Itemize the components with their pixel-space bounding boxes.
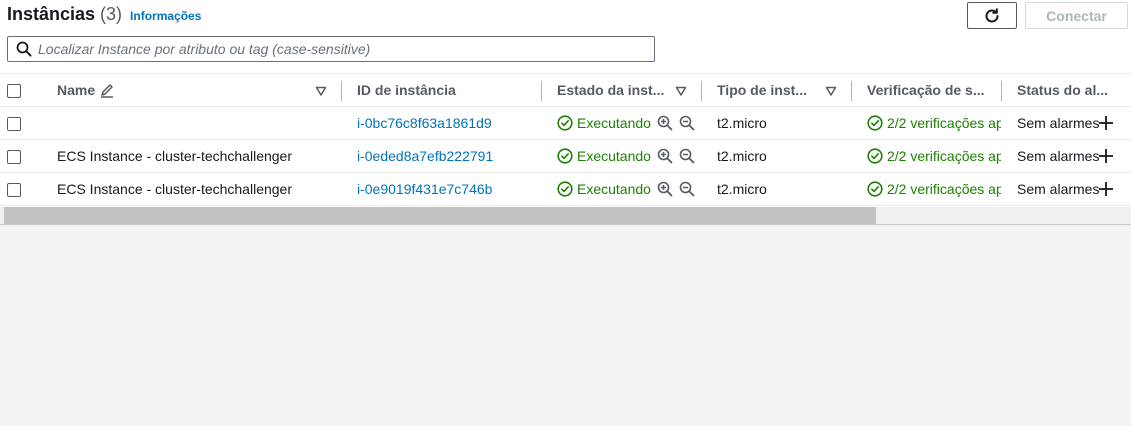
search-input[interactable] bbox=[38, 41, 638, 57]
scrollbar-thumb[interactable] bbox=[4, 207, 876, 224]
status-check: 2/2 verificações ap bbox=[867, 140, 1001, 172]
page-title: Instâncias bbox=[7, 4, 96, 24]
alarm-status: Sem alarmes bbox=[1017, 115, 1100, 131]
check-circle-icon bbox=[867, 115, 883, 131]
column-divider[interactable] bbox=[701, 81, 702, 101]
instance-id-link[interactable]: i-0eded8a7efb222791 bbox=[357, 140, 493, 172]
instance-type: t2.micro bbox=[717, 148, 767, 164]
row-checkbox[interactable] bbox=[7, 117, 21, 131]
status-check-label: 2/2 verificações ap bbox=[887, 181, 1001, 197]
column-header-name[interactable]: Name bbox=[57, 74, 115, 106]
table-row[interactable]: ECS Instance - cluster-techchallenger i-… bbox=[0, 140, 1131, 173]
sort-triangle-icon[interactable] bbox=[825, 85, 837, 97]
column-divider[interactable] bbox=[541, 81, 542, 101]
check-circle-icon bbox=[557, 148, 573, 164]
zoom-out-icon[interactable] bbox=[679, 181, 695, 197]
instance-state-label: Executando bbox=[577, 148, 651, 164]
instance-state-label: Executando bbox=[577, 115, 651, 131]
connect-button[interactable]: Conectar bbox=[1025, 2, 1128, 29]
select-all-checkbox[interactable] bbox=[7, 84, 21, 98]
status-check-label: 2/2 verificações ap bbox=[887, 115, 1001, 131]
instance-id-link[interactable]: i-0e9019f431e7c746b bbox=[357, 173, 492, 205]
row-checkbox[interactable] bbox=[7, 150, 21, 164]
zoom-out-icon[interactable] bbox=[679, 148, 695, 164]
instance-name: ECS Instance - cluster-techchallenger bbox=[57, 181, 292, 197]
instance-state: Executando bbox=[557, 173, 695, 205]
info-link[interactable]: Informações bbox=[130, 9, 201, 23]
horizontal-scrollbar[interactable] bbox=[0, 207, 1131, 224]
edit-pencil-icon bbox=[101, 84, 114, 98]
column-header-status-check[interactable]: Verificação de s... bbox=[867, 74, 985, 106]
status-check: 2/2 verificações ap bbox=[867, 107, 1001, 139]
check-circle-icon bbox=[557, 115, 573, 131]
column-header-state[interactable]: Estado da inst... bbox=[557, 74, 664, 106]
instance-name: ECS Instance - cluster-techchallenger bbox=[57, 148, 292, 164]
alarm-status: Sem alarmes bbox=[1017, 148, 1100, 164]
page-header: Instâncias (3) Informações bbox=[7, 4, 201, 28]
plus-icon[interactable] bbox=[1098, 181, 1114, 197]
zoom-in-icon[interactable] bbox=[657, 181, 673, 197]
zoom-in-icon[interactable] bbox=[657, 148, 673, 164]
column-header-type[interactable]: Tipo de inst... bbox=[717, 74, 807, 106]
column-header-name-label: Name bbox=[57, 82, 96, 98]
instances-table: Name ID de instância Estado da inst... T… bbox=[0, 73, 1131, 206]
instance-type: t2.micro bbox=[717, 181, 767, 197]
instance-count: (3) bbox=[100, 4, 123, 24]
instances-panel: Instâncias (3) Informações Conectar Name bbox=[0, 0, 1131, 225]
search-icon bbox=[16, 41, 32, 57]
column-divider[interactable] bbox=[1001, 81, 1002, 101]
instance-state: Executando bbox=[557, 140, 695, 172]
plus-icon[interactable] bbox=[1098, 148, 1114, 164]
column-header-alarm-status[interactable]: Status do al... bbox=[1017, 74, 1108, 106]
instance-state-label: Executando bbox=[577, 181, 651, 197]
refresh-icon bbox=[985, 7, 999, 22]
column-divider[interactable] bbox=[851, 81, 852, 101]
sort-triangle-icon[interactable] bbox=[315, 85, 327, 97]
row-checkbox[interactable] bbox=[7, 183, 21, 197]
table-row[interactable]: ECS Instance - cluster-techchallenger i-… bbox=[0, 173, 1131, 206]
status-check-label: 2/2 verificações ap bbox=[887, 148, 1001, 164]
table-header-row: Name ID de instância Estado da inst... T… bbox=[0, 73, 1131, 107]
instance-type: t2.micro bbox=[717, 115, 767, 131]
status-check: 2/2 verificações ap bbox=[867, 173, 1001, 205]
column-header-instance-id[interactable]: ID de instância bbox=[357, 74, 456, 106]
check-circle-icon bbox=[867, 181, 883, 197]
sort-triangle-icon[interactable] bbox=[675, 85, 687, 97]
instance-state: Executando bbox=[557, 107, 695, 139]
zoom-in-icon[interactable] bbox=[657, 115, 673, 131]
check-circle-icon bbox=[557, 181, 573, 197]
plus-icon[interactable] bbox=[1098, 115, 1114, 131]
check-circle-icon bbox=[867, 148, 883, 164]
column-divider[interactable] bbox=[341, 81, 342, 101]
refresh-button[interactable] bbox=[967, 2, 1017, 29]
search-box[interactable] bbox=[7, 36, 655, 62]
instance-id-link[interactable]: i-0bc76c8f63a1861d9 bbox=[357, 107, 492, 139]
alarm-status: Sem alarmes bbox=[1017, 181, 1100, 197]
zoom-out-icon[interactable] bbox=[679, 115, 695, 131]
table-row[interactable]: i-0bc76c8f63a1861d9 Executando t2.micro … bbox=[0, 107, 1131, 140]
